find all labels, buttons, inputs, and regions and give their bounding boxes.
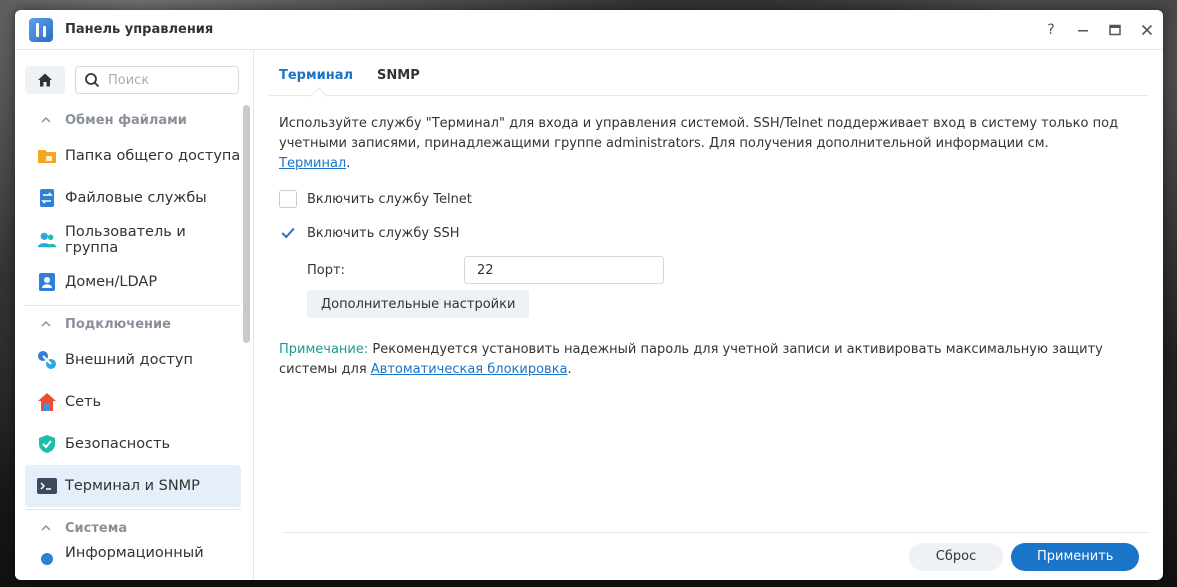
main-panel: Терминал SNMP Используйте службу "Термин… xyxy=(269,50,1163,580)
control-panel-app-icon xyxy=(29,17,53,42)
close-icon xyxy=(1141,24,1153,36)
sidebar-item-external-access[interactable]: Внешний доступ xyxy=(25,339,241,381)
sidebar-item-network[interactable]: Сеть xyxy=(25,381,241,423)
reset-button[interactable]: Сброс xyxy=(909,542,1003,571)
telnet-row: Включить службу Telnet xyxy=(279,190,1119,208)
folder-icon xyxy=(37,146,57,166)
sidebar-item-label: Информационный xyxy=(65,545,204,561)
home-icon xyxy=(38,73,52,87)
section-label: Подключение xyxy=(65,316,171,332)
checkmark-icon xyxy=(281,227,295,239)
maximize-button[interactable] xyxy=(1099,10,1131,50)
window-title: Панель управления xyxy=(65,22,214,37)
shield-icon xyxy=(37,434,57,454)
sidebar-item-shared-folder[interactable]: Папка общего доступа xyxy=(25,135,241,177)
control-panel-window: Панель управления ? Поиск Обмен файлами … xyxy=(15,10,1163,580)
search-input[interactable] xyxy=(108,72,228,88)
chevron-up-icon xyxy=(41,320,51,327)
search-icon xyxy=(85,73,100,88)
sidebar-item-label: Папка общего доступа xyxy=(65,148,241,164)
sidebar-item-label: Терминал и SNMP xyxy=(65,478,200,494)
info-icon xyxy=(37,545,57,565)
section-connectivity[interactable]: Подключение xyxy=(25,309,241,339)
file-services-icon xyxy=(37,188,57,208)
tab-snmp[interactable]: SNMP xyxy=(377,68,420,95)
terminal-settings: Используйте службу "Терминал" для входа … xyxy=(269,96,1129,380)
sidebar-item-label: Внешний доступ xyxy=(65,352,193,368)
ssh-label: Включить службу SSH xyxy=(307,225,460,241)
chevron-up-icon xyxy=(41,524,51,531)
sidebar-item-label: Безопасность xyxy=(65,436,171,452)
sidebar-scrollbar[interactable] xyxy=(243,105,250,343)
sidebar-item-security[interactable]: Безопасность xyxy=(25,423,241,465)
security-note: Примечание: Рекомендуется установить над… xyxy=(279,342,1103,377)
home-button[interactable] xyxy=(25,66,65,94)
external-access-icon xyxy=(37,350,57,370)
section-label: Система xyxy=(65,520,128,536)
help-button[interactable]: ? xyxy=(1035,10,1067,50)
minimize-button[interactable] xyxy=(1067,10,1099,50)
sidebar-item-domain-ldap[interactable]: Домен/LDAP xyxy=(25,261,241,303)
sidebar-item-label: Сеть xyxy=(65,394,102,410)
section-file-sharing[interactable]: Обмен файлами xyxy=(25,105,241,135)
port-input[interactable] xyxy=(464,256,664,284)
apply-button[interactable]: Применить xyxy=(1011,542,1139,571)
terminal-help-link[interactable]: Терминал xyxy=(279,156,346,171)
footer-bar: Сброс Применить xyxy=(284,532,1148,580)
note-label: Примечание: xyxy=(279,342,369,357)
domain-icon xyxy=(37,272,57,292)
window-controls: ? xyxy=(1035,10,1163,49)
sidebar-item-info-center[interactable]: Информационный xyxy=(25,543,241,573)
terminal-icon xyxy=(37,476,57,496)
maximize-icon xyxy=(1109,24,1121,36)
description-text: Используйте службу "Терминал" для входа … xyxy=(279,116,1119,151)
users-icon xyxy=(37,230,57,250)
port-row: Порт: xyxy=(279,256,1119,284)
sidebar-item-label: Пользователь и группа xyxy=(65,224,186,256)
terminal-description: Используйте службу "Терминал" для входа … xyxy=(279,116,1119,171)
search-box[interactable] xyxy=(75,66,239,94)
close-button[interactable] xyxy=(1131,10,1163,50)
sidebar-nav: Обмен файлами Папка общего доступа Файло… xyxy=(25,105,241,573)
sidebar-item-terminal-snmp[interactable]: Терминал и SNMP xyxy=(25,465,241,507)
sidebar-item-user-group[interactable]: Пользователь и группа xyxy=(25,219,241,261)
sidebar: Обмен файлами Папка общего доступа Файло… xyxy=(15,50,254,580)
sidebar-item-label: Домен/LDAP xyxy=(65,274,158,290)
section-system[interactable]: Система xyxy=(25,513,241,543)
tab-bar: Терминал SNMP xyxy=(269,50,1148,96)
sidebar-search-row xyxy=(15,50,253,94)
auto-block-link[interactable]: Автоматическая блокировка xyxy=(371,362,568,377)
section-label: Обмен файлами xyxy=(65,112,187,128)
ssh-row: Включить службу SSH xyxy=(279,224,1119,242)
telnet-checkbox[interactable] xyxy=(279,190,297,208)
telnet-label: Включить службу Telnet xyxy=(307,191,472,207)
divider xyxy=(25,509,241,510)
advanced-settings-button[interactable]: Дополнительные настройки xyxy=(307,290,530,318)
minimize-icon xyxy=(1078,30,1088,32)
sidebar-item-file-services[interactable]: Файловые службы xyxy=(25,177,241,219)
network-home-icon xyxy=(37,392,57,412)
ssh-checkbox[interactable] xyxy=(279,224,297,242)
titlebar: Панель управления ? xyxy=(15,10,1163,50)
divider xyxy=(25,305,241,306)
chevron-up-icon xyxy=(41,116,51,123)
port-label: Порт: xyxy=(307,262,345,278)
sidebar-item-label: Файловые службы xyxy=(65,190,207,206)
